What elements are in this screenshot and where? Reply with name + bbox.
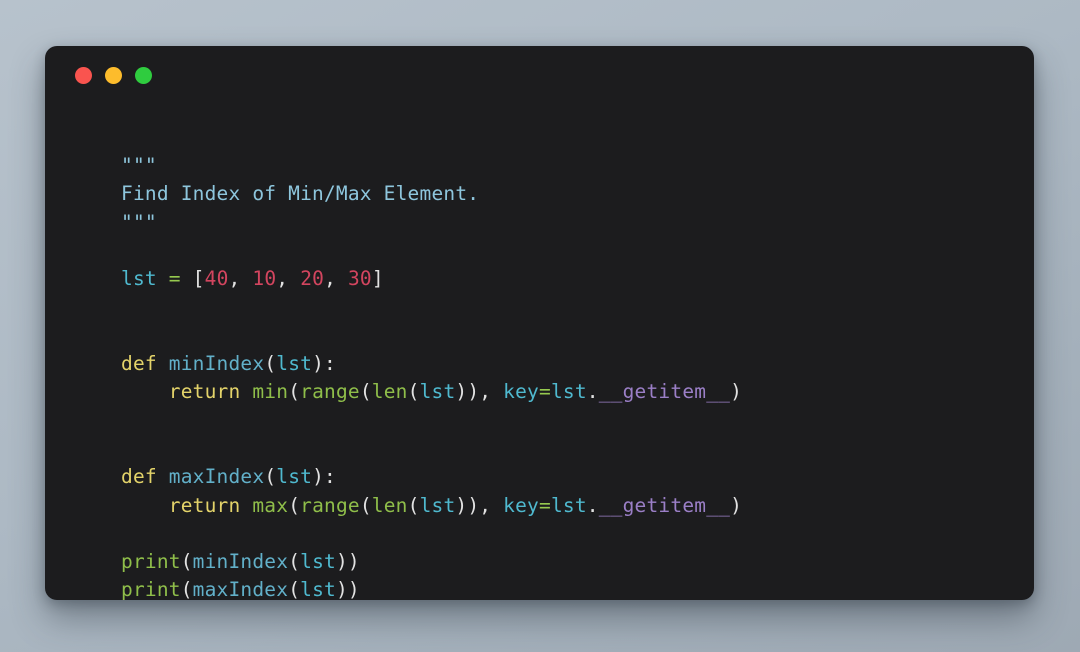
code-token: maxIndex xyxy=(192,578,289,600)
code-token: print xyxy=(121,550,181,574)
code-token: , xyxy=(324,267,348,291)
code-line: return min(range(len(lst)), key=lst.__ge… xyxy=(121,378,1034,406)
code-token: minIndex xyxy=(168,352,265,376)
code-token: minIndex xyxy=(192,550,289,574)
code-token: ( xyxy=(359,380,372,404)
code-token: maxIndex xyxy=(168,465,265,489)
code-token: ( xyxy=(288,578,301,600)
code-line: lst = [40, 10, 20, 30] xyxy=(121,265,1034,293)
code-token: . xyxy=(586,493,599,517)
code-token: range xyxy=(300,380,360,404)
code-token: [ xyxy=(180,267,205,291)
code-token: ( xyxy=(288,380,301,404)
code-line: def maxIndex(lst): xyxy=(121,463,1034,491)
code-token: 20 xyxy=(300,267,325,291)
code-token: ) xyxy=(730,493,743,517)
code-token: return xyxy=(168,380,241,404)
code-token: ( xyxy=(407,493,420,517)
code-line: """ xyxy=(121,209,1034,237)
code-token: ): xyxy=(312,352,336,376)
code-token: ] xyxy=(371,267,384,291)
code-token: )) xyxy=(335,550,360,574)
close-button[interactable] xyxy=(75,66,92,84)
code-token: lst xyxy=(300,578,336,600)
code-token: = xyxy=(168,267,181,291)
code-token: lst xyxy=(419,493,456,517)
code-token: key xyxy=(503,380,539,404)
code-token: , xyxy=(228,267,253,291)
code-token: = xyxy=(539,380,551,404)
code-token: )) xyxy=(335,578,360,600)
code-token: ( xyxy=(359,493,372,517)
code-editor-area[interactable]: """ Find Index of Min/Max Element. """ lst… xyxy=(45,104,1034,600)
code-token: """ xyxy=(121,210,157,234)
code-line: def minIndex(lst): xyxy=(121,350,1034,378)
code-token: ): xyxy=(312,465,336,489)
maximize-button[interactable] xyxy=(135,66,152,84)
code-token: 30 xyxy=(347,267,372,291)
code-token: range xyxy=(300,493,360,517)
code-line: print(minIndex(lst)) xyxy=(121,548,1034,576)
code-token: def xyxy=(121,352,157,376)
code-token: lst xyxy=(419,380,456,404)
code-token: 10 xyxy=(252,267,277,291)
code-token: 40 xyxy=(204,267,229,291)
code-token: ( xyxy=(407,380,420,404)
code-token: len xyxy=(371,493,408,517)
code-token: lst xyxy=(276,465,313,489)
minimize-button[interactable] xyxy=(105,66,122,84)
code-token: lst xyxy=(300,550,336,574)
code-token: key xyxy=(503,493,539,517)
code-token: lst xyxy=(550,493,587,517)
code-token: print xyxy=(121,578,181,600)
code-token: )), xyxy=(455,380,504,404)
code-token: max xyxy=(252,493,289,517)
code-line: print(maxIndex(lst)) xyxy=(121,576,1034,600)
code-token: lst xyxy=(276,352,313,376)
code-token: """ xyxy=(121,154,157,177)
code-line: """ xyxy=(121,152,1034,180)
code-token: return xyxy=(168,493,241,517)
code-token: __getitem__ xyxy=(598,493,731,517)
code-token: __getitem__ xyxy=(598,380,731,404)
code-token: , xyxy=(276,267,301,291)
code-line: return max(range(len(lst)), key=lst.__ge… xyxy=(121,492,1034,520)
window-titlebar xyxy=(45,46,1034,104)
code-token: lst xyxy=(550,380,587,404)
code-token: = xyxy=(539,493,551,517)
code-token: def xyxy=(121,465,157,489)
code-token: ( xyxy=(180,550,193,574)
code-token: ( xyxy=(264,352,277,376)
code-token: ( xyxy=(264,465,277,489)
code-token: Find Index of Min/Max Element. xyxy=(121,182,480,206)
code-token: ( xyxy=(180,578,193,600)
code-token: min xyxy=(252,380,289,404)
code-token: ) xyxy=(730,380,743,404)
code-window: """ Find Index of Min/Max Element. """ lst… xyxy=(45,46,1034,600)
code-block: """ Find Index of Min/Max Element. """ lst… xyxy=(121,152,1034,600)
code-token: )), xyxy=(455,493,504,517)
code-token: lst xyxy=(121,267,157,291)
code-token: ( xyxy=(288,550,301,574)
code-token: ( xyxy=(288,493,301,517)
code-token: len xyxy=(371,380,408,404)
code-token: . xyxy=(586,380,599,404)
code-line: Find Index of Min/Max Element. xyxy=(121,180,1034,208)
